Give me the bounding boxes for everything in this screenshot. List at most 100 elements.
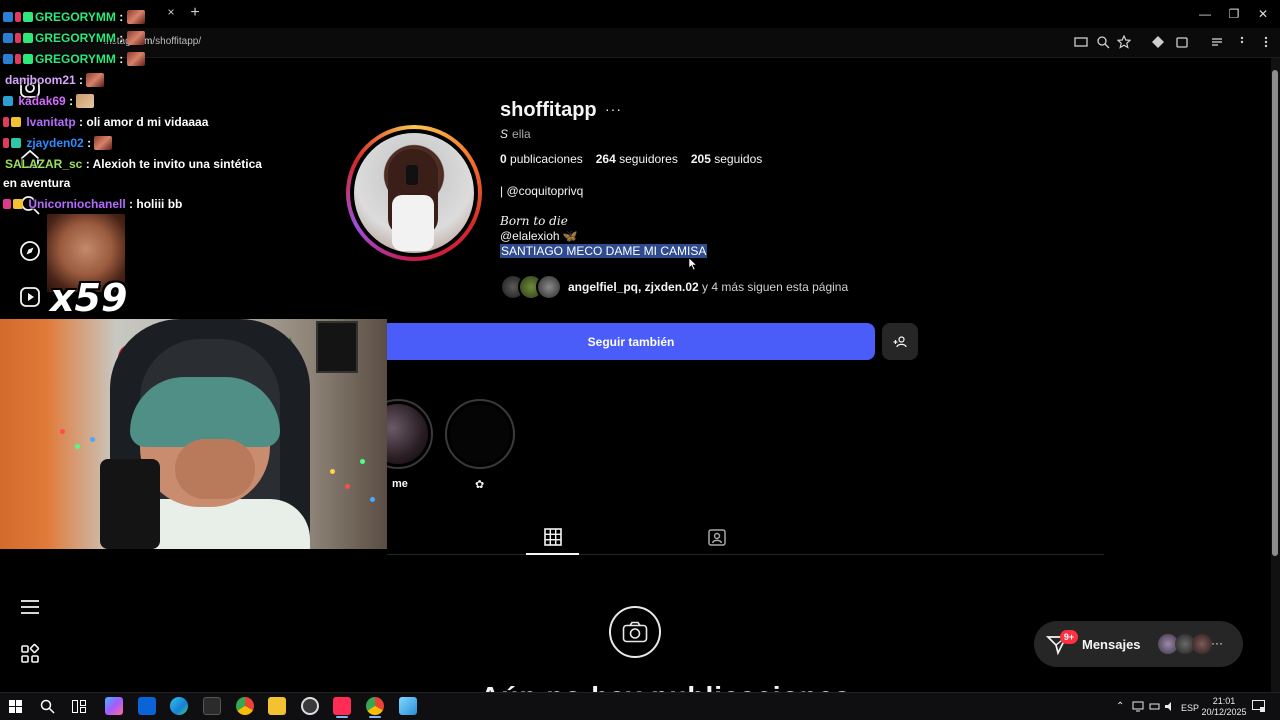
wall-poster-decor <box>316 321 358 373</box>
chat-badge-icon <box>23 12 33 22</box>
windows-taskbar <box>0 692 1280 720</box>
following-stat[interactable]: 205 seguidos <box>691 152 762 166</box>
edge-app-icon[interactable] <box>170 697 188 715</box>
chat-username: lvanitatp <box>26 115 76 129</box>
streamer-hand <box>175 439 255 499</box>
posts-stat: 0 publicaciones <box>500 152 583 166</box>
chat-text: : holiii bb <box>129 197 183 211</box>
followed-by-rest: y 4 más siguen esta página <box>698 280 849 294</box>
chat-text: : oli amor d mi vidaaaa <box>79 115 209 129</box>
store-app-icon[interactable] <box>203 697 221 715</box>
profile-options-button[interactable]: ··· <box>605 101 622 117</box>
page-scrollbar-thumb[interactable] <box>1272 70 1278 556</box>
chat-text: : <box>119 10 124 24</box>
chat-badge-icon <box>23 54 33 64</box>
extensions-puzzle-icon[interactable] <box>1174 35 1190 51</box>
tab-close-button[interactable]: × <box>164 5 178 21</box>
chat-message: zjayden02 : <box>3 136 113 150</box>
zoom-icon[interactable] <box>1095 35 1111 51</box>
notifications-icon[interactable] <box>1252 700 1265 712</box>
butterfly-emoji: 🦋 <box>562 229 578 243</box>
chat-badge-icon <box>15 33 21 43</box>
chat-message: Unicorniochanell : holiii bb <box>3 197 182 211</box>
chat-username: SALAZAR_sc <box>5 157 83 171</box>
new-tab-button[interactable]: + <box>186 4 204 22</box>
clock-time[interactable]: 21:01 <box>1208 696 1240 706</box>
explore-compass-icon[interactable] <box>19 240 41 262</box>
tray-chevron-icon[interactable]: ⌃ <box>1116 701 1124 712</box>
following-count: 205 <box>690 152 711 166</box>
battery-icon[interactable] <box>1149 701 1161 712</box>
add-person-icon <box>893 335 907 347</box>
close-window-button[interactable]: ✕ <box>1250 4 1276 24</box>
also-from-meta-icon[interactable] <box>19 643 41 665</box>
posts-count: 0 <box>500 152 507 166</box>
taskbar-search-icon[interactable] <box>40 699 55 714</box>
active-app-indicator <box>336 716 348 718</box>
profile-stats: 0 publicaciones 264 seguidores 205 segui… <box>500 152 762 166</box>
reels-icon[interactable] <box>19 286 41 308</box>
chat-badge-icon <box>23 33 33 43</box>
posts-grid-tab-icon[interactable] <box>543 527 563 547</box>
profile-username: shoffitapp <box>500 99 597 121</box>
string-light <box>370 497 375 502</box>
chat-emote-icon <box>94 136 113 150</box>
avatar-body-shape <box>392 195 434 251</box>
chat-message: SALAZAR_sc : Alexioh te invito una sinté… <box>5 157 262 171</box>
maximize-button[interactable]: ❐ <box>1221 4 1247 24</box>
profile-avatar[interactable] <box>346 125 482 261</box>
chrome-app-icon[interactable] <box>236 697 254 715</box>
more-menu-icon[interactable] <box>19 596 41 618</box>
notepad-app-icon[interactable] <box>399 697 417 715</box>
tagged-tab-icon[interactable] <box>707 527 727 547</box>
copilot-app-icon[interactable] <box>105 697 123 715</box>
message-avatar <box>1192 634 1212 654</box>
url-path: /shoffitapp/ <box>152 36 202 47</box>
string-light <box>75 444 80 449</box>
clock-date[interactable]: 20/12/2025 <box>1200 707 1248 717</box>
media-control-icon[interactable] <box>1209 35 1225 51</box>
network-icon[interactable] <box>1132 701 1144 712</box>
input-language[interactable]: ESP <box>1181 703 1199 713</box>
story-highlight-2[interactable] <box>445 399 515 469</box>
webcam-overlay <box>0 319 387 549</box>
chat-badge-icon <box>15 54 21 64</box>
chat-message: GREGORYMM : <box>3 10 145 24</box>
chat-username: Unicorniochanell <box>28 197 126 211</box>
bio-line-4: SANTIAGO MECO DAME MI CAMISA <box>500 244 708 258</box>
chrome-active-app-icon[interactable] <box>366 697 384 715</box>
chat-badge-icon <box>3 138 9 148</box>
profile-menu-icon[interactable] <box>1234 35 1250 51</box>
bio-mention[interactable]: @elalexioh <box>500 229 563 243</box>
file-explorer-icon[interactable] <box>268 697 286 715</box>
bookmark-star-icon[interactable] <box>1116 34 1132 51</box>
messages-label: Mensajes <box>1082 637 1141 652</box>
cast-icon[interactable] <box>1073 35 1089 51</box>
followers-stat[interactable]: 264 seguidores <box>596 152 678 166</box>
chat-message: en aventura <box>3 176 70 190</box>
task-view-icon[interactable] <box>72 700 86 713</box>
suggested-users-button[interactable] <box>882 323 918 360</box>
chat-text: : <box>69 94 74 108</box>
browser-menu-icon[interactable] <box>1258 35 1274 51</box>
extension-diamond-icon[interactable] <box>1150 35 1166 51</box>
follow-back-button[interactable]: Seguir también <box>387 323 875 360</box>
volume-icon[interactable] <box>1164 701 1176 712</box>
minimize-button[interactable]: — <box>1192 4 1218 24</box>
chat-username: zjayden02 <box>26 136 84 150</box>
outlook-app-icon[interactable] <box>138 697 156 715</box>
tiktok-live-app-icon[interactable] <box>333 697 351 715</box>
chat-emote-icon <box>126 10 145 24</box>
followed-by-names: angelfiel_pq, zjxden.02 <box>568 280 699 294</box>
chat-badge-icon <box>3 33 13 43</box>
address-bar[interactable]: instag.com/shoffitapp/ <box>0 28 1280 58</box>
active-tab-indicator <box>526 553 579 555</box>
obs-app-icon[interactable] <box>301 697 319 715</box>
followed-by-row[interactable]: angelfiel_pq, zjxden.02 y 4 más siguen e… <box>500 273 848 301</box>
chat-badge-icon <box>11 117 21 127</box>
unread-messages-badge: 9+ <box>1060 630 1078 644</box>
bio-line-2: Born to die <box>500 214 568 228</box>
windows-start-icon[interactable] <box>9 700 22 713</box>
chat-emote-icon <box>86 73 105 87</box>
chat-badge-icon <box>3 12 13 22</box>
